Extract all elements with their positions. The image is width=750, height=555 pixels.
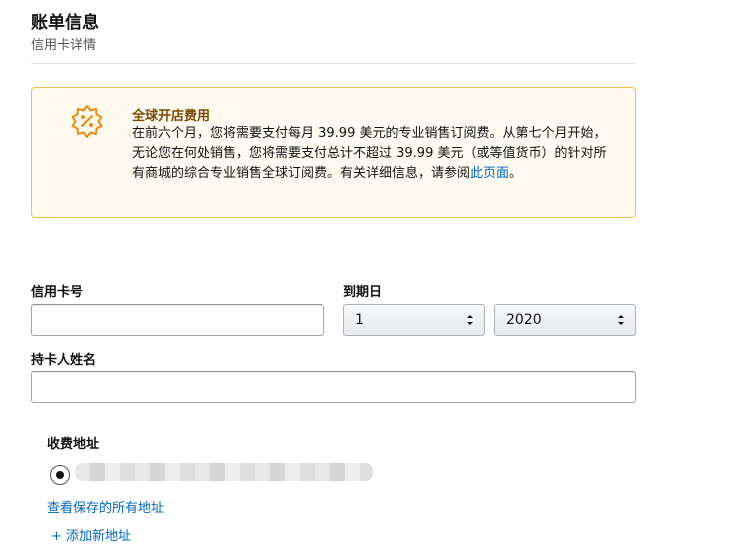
- select-arrows-icon: [618, 315, 624, 325]
- expiry-label: 到期日: [343, 285, 383, 300]
- radio-dot: [56, 471, 64, 479]
- notice-details-link[interactable]: 此页面: [470, 166, 509, 181]
- add-new-address-link[interactable]: + 添加新地址: [51, 525, 131, 544]
- expiry-year-select[interactable]: 2020: [494, 304, 636, 336]
- page-title: 账单信息: [31, 13, 99, 33]
- expiry-month-select[interactable]: 1: [343, 304, 485, 336]
- notice-title: 全球开店费用: [132, 109, 211, 124]
- billing-address-label: 收费地址: [47, 437, 100, 452]
- card-number-label: 信用卡号: [31, 285, 84, 300]
- notice-body-text: 在前六个月，您将需要支付每月 39.99 美元的专业销售订阅费。从第七个月开始，…: [132, 126, 607, 181]
- cardholder-label: 持卡人姓名: [31, 353, 97, 368]
- select-arrows-icon: [467, 315, 473, 325]
- address-redacted: [75, 463, 373, 481]
- notice-box: 全球开店费用 在前六个月，您将需要支付每月 39.99 美元的专业销售订阅费。从…: [31, 87, 636, 218]
- view-saved-addresses-link[interactable]: 查看保存的所有地址: [47, 497, 164, 516]
- address-radio[interactable]: [50, 465, 70, 485]
- divider: [31, 63, 636, 64]
- expiry-month-value: 1: [355, 312, 364, 328]
- expiry-year-value: 2020: [506, 312, 542, 328]
- notice-body: 在前六个月，您将需要支付每月 39.99 美元的专业销售订阅费。从第七个月开始，…: [132, 124, 612, 184]
- badge-percent-icon: [71, 105, 103, 138]
- page-subtitle: 信用卡详情: [31, 38, 97, 53]
- card-number-input[interactable]: [31, 304, 324, 336]
- cardholder-name-input[interactable]: [31, 371, 636, 403]
- notice-body-end: 。: [509, 166, 523, 181]
